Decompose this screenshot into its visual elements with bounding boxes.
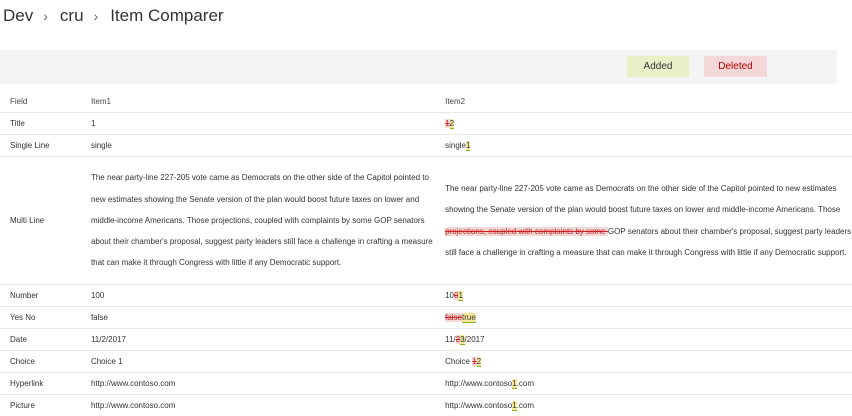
item2-column-header: Item2 bbox=[435, 90, 852, 113]
legend-bar: Added Deleted bbox=[0, 50, 837, 84]
field-name-cell: Date bbox=[0, 328, 81, 351]
item2-value-cell: http://www.contoso1.com bbox=[435, 372, 852, 395]
item2-value-cell: 11/23/2017 bbox=[435, 328, 852, 351]
table-header-row: Field Item1 Item2 bbox=[0, 90, 852, 113]
item2-value-cell: 1001 bbox=[435, 284, 852, 307]
page-title: Item Comparer bbox=[110, 6, 224, 25]
field-name-cell: Single Line bbox=[0, 134, 81, 157]
comparison-table: Field Item1 Item2 Title 1 12 Single Line sin… bbox=[0, 90, 852, 416]
breadcrumb-item-cru[interactable]: cru bbox=[60, 6, 84, 26]
breadcrumb-separator-icon: › bbox=[93, 8, 99, 24]
added-legend-badge: Added bbox=[627, 56, 689, 77]
comparison-table-container[interactable]: Field Item1 Item2 Title 1 12 Single Line sin… bbox=[0, 90, 852, 416]
added-text: 1 bbox=[458, 291, 463, 301]
unchanged-text: single bbox=[445, 141, 466, 150]
item1-value-cell: 100 bbox=[80, 284, 436, 307]
unchanged-text: .com bbox=[516, 401, 535, 410]
unchanged-text: http://www.contoso bbox=[445, 401, 513, 410]
table-row: Multi Line The near party-line 227-205 vo… bbox=[0, 156, 852, 285]
unchanged-text: 11/ bbox=[445, 335, 456, 344]
added-text: 2 bbox=[449, 119, 454, 129]
item2-value-cell: falsetrue bbox=[435, 306, 852, 329]
item2-value-cell: http://www.contoso1.com bbox=[435, 394, 852, 416]
field-column-header: Field bbox=[0, 90, 81, 113]
unchanged-text: .com bbox=[516, 379, 535, 388]
deleted-text: projections, coupled with complaints by … bbox=[445, 226, 608, 236]
item1-value-cell: The near party-line 227-205 vote came as… bbox=[80, 156, 436, 285]
item1-column-header: Item1 bbox=[80, 90, 436, 113]
table-row: Number 100 1001 bbox=[0, 284, 852, 307]
deleted-legend-badge: Deleted bbox=[704, 56, 767, 77]
item2-value-cell: Choice 12 bbox=[435, 350, 852, 373]
unchanged-text: The near party-line 227-205 vote came as… bbox=[445, 184, 841, 215]
item1-value-cell: false bbox=[80, 306, 436, 329]
unchanged-text: Choice bbox=[445, 357, 473, 366]
deleted-text: 1 bbox=[472, 357, 477, 366]
item2-value-cell: 12 bbox=[435, 112, 852, 135]
unchanged-text: http://www.contoso bbox=[445, 379, 513, 388]
breadcrumb-item-dev[interactable]: Dev bbox=[3, 6, 33, 26]
item1-value-cell: http://www.contoso.com bbox=[80, 372, 436, 395]
table-row: Title 1 12 bbox=[0, 112, 852, 135]
breadcrumb-separator-icon: › bbox=[43, 8, 48, 24]
field-name-cell: Hyperlink bbox=[0, 372, 81, 395]
deleted-text: false bbox=[445, 313, 462, 322]
table-row: Picture http://www.contoso.com http://www.… bbox=[0, 394, 852, 416]
table-row: Single Line single single1 bbox=[0, 134, 852, 157]
added-text: 1 bbox=[466, 141, 471, 151]
table-row: Hyperlink http://www.contoso.com http://ww… bbox=[0, 372, 852, 395]
field-name-cell: Choice bbox=[0, 350, 81, 373]
added-text: true bbox=[462, 313, 476, 323]
field-name-cell: Yes No bbox=[0, 306, 81, 329]
unchanged-text: /2017 bbox=[464, 335, 485, 344]
unchanged-text: 10 bbox=[445, 291, 454, 300]
item1-value-cell: 11/2/2017 bbox=[80, 328, 436, 351]
table-row: Yes No false falsetrue bbox=[0, 306, 852, 329]
item1-value-cell: Choice 1 bbox=[80, 350, 436, 373]
item2-value-cell: The near party-line 227-205 vote came as… bbox=[435, 156, 852, 285]
field-name-cell: Title bbox=[0, 112, 81, 135]
breadcrumb: Dev › cru › Item Comparer bbox=[3, 4, 224, 28]
item1-value-cell: single bbox=[80, 134, 436, 157]
field-name-cell: Picture bbox=[0, 394, 81, 416]
field-name-cell: Multi Line bbox=[0, 156, 81, 285]
field-name-cell: Number bbox=[0, 284, 81, 307]
item1-value-cell: http://www.contoso.com bbox=[80, 394, 436, 416]
item2-value-cell: single1 bbox=[435, 134, 852, 157]
item1-value-cell: 1 bbox=[80, 112, 436, 135]
deleted-text: 1 bbox=[445, 119, 450, 128]
table-row: Date 11/2/2017 11/23/2017 bbox=[0, 328, 852, 351]
table-row: Choice Choice 1 Choice 12 bbox=[0, 350, 852, 373]
added-text: 2 bbox=[476, 357, 482, 367]
